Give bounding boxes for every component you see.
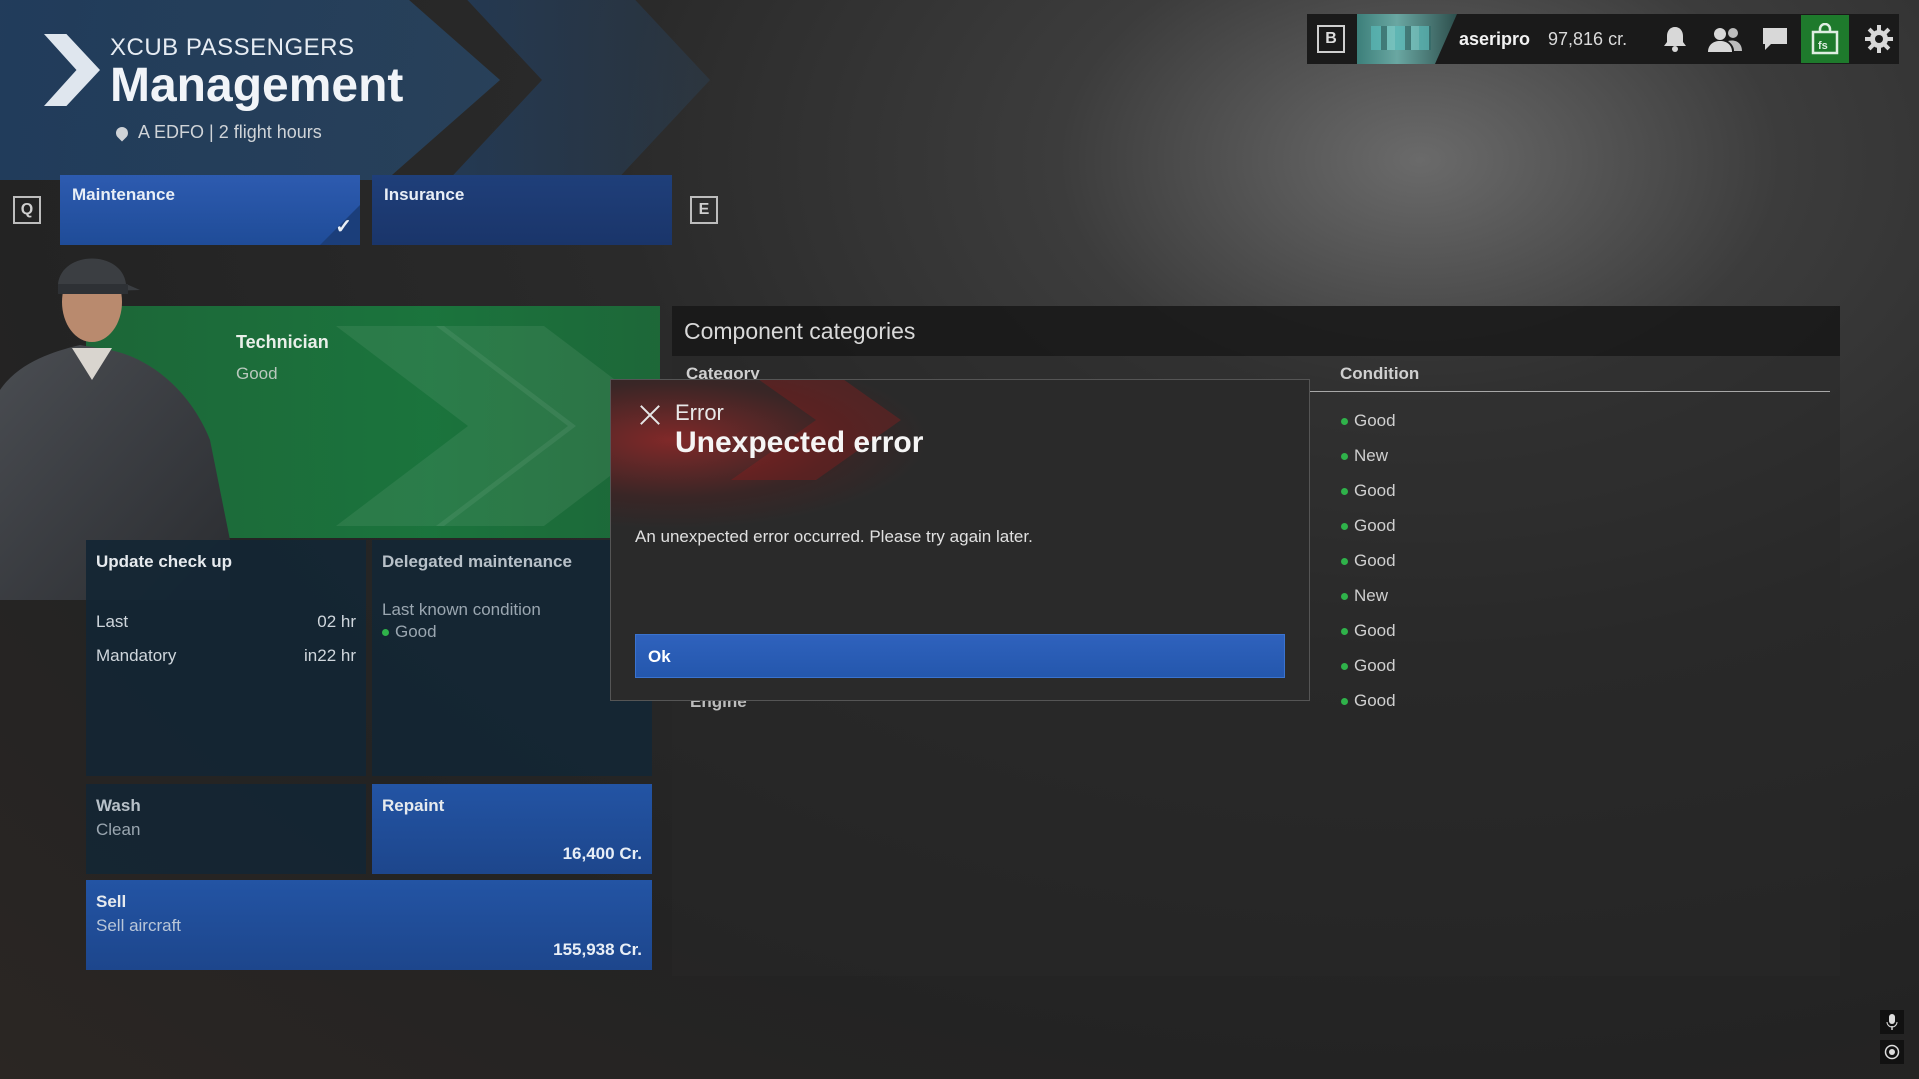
component-panel-title: Component categories [684,318,916,344]
condition-item: New [1341,446,1388,466]
sell-price: 155,938 Cr. [553,940,642,959]
username[interactable]: aseripro [1459,29,1530,50]
delegated-subtitle: Last known condition [382,600,541,619]
technician-value: Good [236,364,278,383]
status-dot [382,629,389,637]
delegated-condition: Good [382,622,642,642]
condition-item: Good [1341,621,1396,641]
friends-icon[interactable] [1705,19,1745,59]
column-divider [1310,391,1830,392]
tab-label: Insurance [384,185,465,204]
credits-balance: 97,816 cr. [1548,28,1628,49]
condition-item: Good [1341,411,1396,431]
repaint-price: 16,400 Cr. [562,844,642,863]
page-title: Management [110,59,404,112]
marketplace-icon[interactable]: fs [1801,15,1849,63]
ok-button[interactable]: Ok [635,634,1285,678]
last-label: Last [96,612,129,631]
repaint-title: Repaint [382,796,445,815]
tab-label: Maintenance [72,185,175,204]
error-dialog: Error Unexpected error An unexpected err… [610,379,1310,701]
target-icon[interactable] [1880,1040,1904,1064]
condition-item: Good [1341,481,1396,501]
wash-value: Clean [96,820,141,839]
location-text: A EDFO | 2 flight hours [138,122,322,142]
check-icon: ✓ [320,205,360,245]
avatar[interactable] [1357,14,1457,64]
key-b-hint[interactable]: B [1317,25,1345,53]
condition-item: Good [1341,656,1396,676]
update-checkup-card[interactable]: Update check up Last 02 hr Mandatory in2… [86,540,366,776]
top-bar: B aseripro 97,816 cr. fs [1307,14,1899,64]
technician-label: Technician [236,332,329,352]
mandatory-label: Mandatory [96,646,177,665]
sell-title: Sell [96,892,127,911]
chat-icon[interactable] [1755,19,1795,59]
location-info: A EDFO | 2 flight hours [113,122,322,143]
dialog-message: An unexpected error occurred. Please try… [635,527,1033,546]
condition-item: Good [1341,691,1396,711]
sell-subtitle: Sell aircraft [96,916,182,935]
dialog-title: Unexpected error [675,426,924,459]
sell-button[interactable]: Sell Sell aircraft 155,938 Cr. [86,880,652,970]
bell-icon[interactable] [1655,19,1695,59]
key-e-hint[interactable]: E [690,196,718,224]
mandatory-value: in22 hr [304,646,356,665]
tab-maintenance[interactable]: Maintenance ✓ [60,175,360,245]
last-value: 02 hr [317,612,356,631]
condition-item: New [1341,586,1388,606]
key-q-hint[interactable]: Q [13,196,41,224]
svg-text:fs: fs [1818,40,1828,52]
update-title: Update check up [96,552,233,571]
delegated-title: Delegated maintenance [382,552,572,571]
wash-card[interactable]: Wash Clean [86,784,366,874]
microphone-icon[interactable] [1880,1010,1904,1034]
column-header-condition: Condition [1340,364,1420,383]
gear-icon[interactable] [1859,19,1899,59]
condition-item: Good [1341,551,1396,571]
dialog-label: Error [675,400,724,425]
last-row: Last 02 hr [96,612,356,632]
wash-title: Wash [96,796,141,815]
tab-insurance[interactable]: Insurance [372,175,672,245]
location-pin-icon [113,124,131,141]
close-icon[interactable] [637,402,663,428]
mandatory-row: Mandatory in22 hr [96,646,356,666]
repaint-button[interactable]: Repaint 16,400 Cr. [372,784,652,874]
condition-item: Good [1341,516,1396,536]
